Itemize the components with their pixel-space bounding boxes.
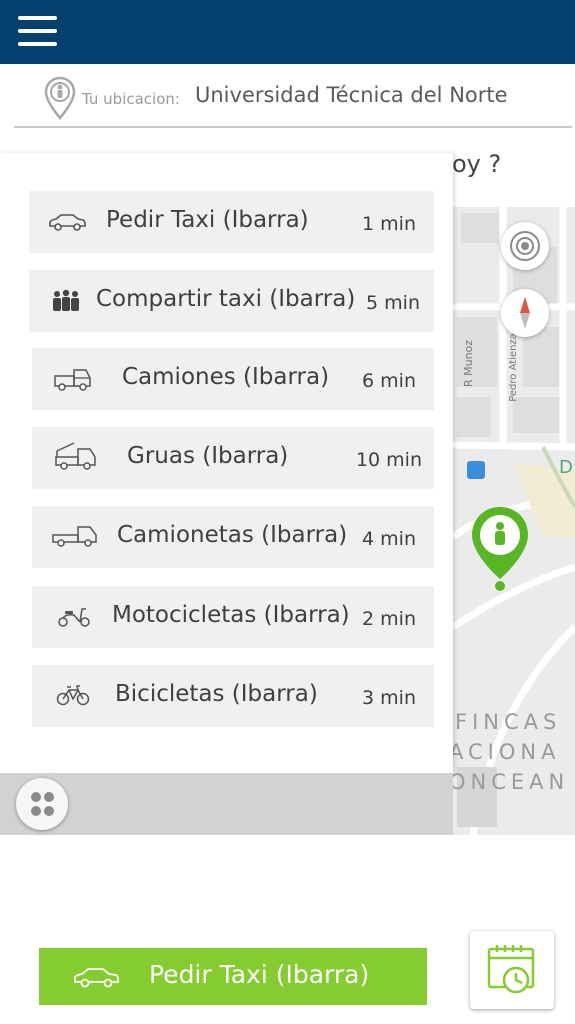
order-taxi-button[interactable]: Pedir Taxi (Ibarra) xyxy=(39,948,427,1005)
vehicle-name: Pedir Taxi (Ibarra) xyxy=(106,207,309,233)
location-value: Universidad Técnica del Norte xyxy=(195,83,508,107)
group-icon xyxy=(53,289,79,311)
vehicle-time: 5 min xyxy=(366,292,420,314)
vehicle-item-trucks[interactable]: Camiones (Ibarra) 6 min xyxy=(32,348,434,410)
truck-icon xyxy=(54,369,91,391)
vehicle-name: Camiones (Ibarra) xyxy=(122,364,330,390)
map-marker-icon[interactable] xyxy=(469,505,531,591)
grid-dots-icon xyxy=(31,792,54,816)
hamburger-menu-icon[interactable] xyxy=(18,14,58,48)
compass-button[interactable] xyxy=(501,289,549,337)
vehicle-time: 10 min xyxy=(355,449,422,471)
vehicle-time: 4 min xyxy=(362,528,416,550)
location-bar[interactable]: Tu ubicacion: Universidad Técnica del No… xyxy=(14,64,572,128)
vehicle-name: Compartir taxi (Ibarra) xyxy=(96,286,356,312)
vehicle-item-bicycles[interactable]: Bicicletas (Ibarra) 3 min xyxy=(32,665,434,727)
map-edge-letter: D xyxy=(559,457,573,478)
vehicle-list-panel: Pedir Taxi (Ibarra) 1 min Compartir taxi… xyxy=(0,153,453,773)
vehicle-item-shared-taxi[interactable]: Compartir taxi (Ibarra) 5 min xyxy=(29,270,434,332)
vehicle-grid-toggle[interactable] xyxy=(16,778,68,830)
vehicle-time: 1 min xyxy=(362,213,416,235)
vehicle-name: Camionetas (Ibarra) xyxy=(117,522,348,548)
bicycle-icon xyxy=(56,685,90,706)
schedule-button[interactable] xyxy=(470,931,554,1009)
car-icon xyxy=(74,968,119,988)
bus-stop-icon xyxy=(467,461,485,479)
vehicle-name: Motocicletas (Ibarra) xyxy=(112,602,350,628)
app-header xyxy=(0,0,575,64)
compass-icon xyxy=(520,297,530,329)
vehicle-time: 2 min xyxy=(362,608,416,630)
location-label: Tu ubicacion: xyxy=(82,90,180,108)
vehicle-item-taxi[interactable]: Pedir Taxi (Ibarra) 1 min xyxy=(29,191,434,253)
car-icon xyxy=(49,214,86,231)
map-area-label: FINCAS ACIONA ONCEAN xyxy=(453,707,570,797)
street-label-r-munoz: R Munoz xyxy=(462,339,476,388)
tow-truck-icon xyxy=(55,442,96,470)
my-location-button[interactable] xyxy=(501,222,549,270)
target-icon xyxy=(510,231,540,261)
vehicle-name: Gruas (Ibarra) xyxy=(127,443,289,469)
vehicle-time: 6 min xyxy=(362,370,416,392)
vehicle-item-pickups[interactable]: Camionetas (Ibarra) 4 min xyxy=(32,506,434,568)
map-area-line-1: FINCAS xyxy=(455,710,562,734)
scooter-icon xyxy=(58,608,90,627)
map-area-line-3: ONCEAN xyxy=(453,770,570,794)
vehicle-time: 3 min xyxy=(362,687,416,709)
map-area-line-2: ACIONA xyxy=(453,740,561,764)
pickup-icon xyxy=(52,526,97,547)
vehicle-item-motorcycles[interactable]: Motocicletas (Ibarra) 2 min xyxy=(32,586,434,648)
question-text: oy ? xyxy=(452,150,502,178)
vehicle-item-tow-trucks[interactable]: Gruas (Ibarra) 10 min xyxy=(32,427,434,489)
person-pin-icon xyxy=(44,76,76,120)
calendar-clock-icon xyxy=(487,945,535,994)
order-button-label: Pedir Taxi (Ibarra) xyxy=(149,960,370,989)
vehicle-name: Bicicletas (Ibarra) xyxy=(115,681,318,707)
street-label-pedro-atienza: Pedro Atienza xyxy=(507,333,519,402)
